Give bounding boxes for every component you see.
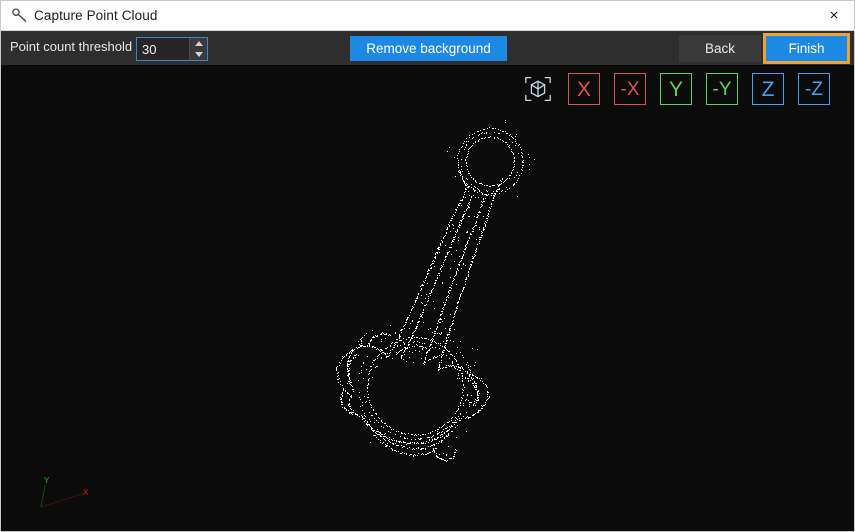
back-button[interactable]: Back [679, 35, 761, 62]
page-title: Capture Point Cloud [34, 8, 158, 23]
point-cloud-render [336, 120, 535, 462]
view-y-button[interactable]: Y [660, 73, 692, 105]
gizmo-y-label: Y [44, 476, 50, 485]
threshold-input[interactable] [137, 38, 189, 60]
spinner-arrows [189, 38, 207, 60]
point-count-threshold-spinner[interactable] [136, 37, 208, 61]
iso-view-button[interactable] [522, 73, 554, 105]
view-neg-x-button[interactable]: -X [614, 73, 646, 105]
close-icon[interactable]: × [812, 1, 854, 30]
threshold-label: Point count threshold [10, 39, 133, 54]
chevron-up-icon [194, 41, 203, 46]
spinner-down-button[interactable] [190, 49, 207, 60]
view-neg-z-button[interactable]: -Z [798, 73, 830, 105]
gizmo-x-label: X [83, 488, 89, 497]
capture-point-cloud-window: Capture Point Cloud × Point count thresh… [0, 0, 855, 532]
spinner-up-button[interactable] [190, 38, 207, 49]
view-neg-y-button[interactable]: -Y [706, 73, 738, 105]
point-cloud-viewport[interactable]: X -X Y -Y Z -Z Y X [1, 65, 854, 531]
remove-background-button[interactable]: Remove background [350, 36, 507, 61]
orientation-gizmo: Y X [40, 476, 89, 508]
finish-button[interactable]: Finish [763, 33, 850, 64]
chevron-down-icon [194, 52, 203, 57]
view-x-button[interactable]: X [568, 73, 600, 105]
axis-view-buttons: X -X Y -Y Z -Z [522, 73, 830, 105]
wrench-icon [10, 7, 28, 25]
view-z-button[interactable]: Z [752, 73, 784, 105]
title-bar: Capture Point Cloud × [1, 1, 854, 31]
